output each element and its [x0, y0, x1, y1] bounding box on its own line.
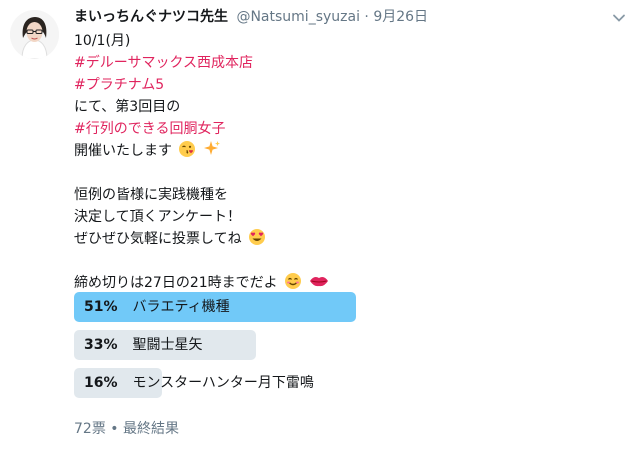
text-line: 開催いたします: [74, 140, 514, 162]
header-separator: ·: [364, 9, 369, 25]
author-name[interactable]: まいっちんぐナツコ先生: [74, 9, 228, 25]
hashtag-link[interactable]: #行列のできる回胴女子: [74, 118, 514, 140]
text-segment: 締め切りは27日の21時までだよ: [74, 275, 278, 291]
avatar[interactable]: [10, 10, 59, 59]
poll-choice[interactable]: 51% バラエティ機種: [74, 292, 356, 322]
text-line: ぜひぜひ気軽に投票してね: [74, 228, 514, 250]
text-line: 10/1(月): [74, 33, 131, 49]
tweet-header: まいっちんぐナツコ先生 @Natsumi_syuzai · 9月26日: [74, 6, 600, 28]
text-segment: 開催いたします: [74, 143, 172, 159]
kiss-face-emoji: [178, 140, 196, 165]
hashtag-link[interactable]: #デルーサマックス西成本店: [74, 52, 514, 74]
poll-choice-label: モンスターハンター月下雷鳴: [132, 375, 314, 391]
sparkles-emoji: [203, 140, 221, 165]
avatar-image: [10, 10, 59, 59]
poll-choice[interactable]: 33% 聖闘士星矢: [74, 330, 356, 360]
poll-percent: 16%: [84, 375, 118, 391]
text-line: 恒例の皆様に実践機種を: [74, 187, 228, 203]
text-line: 締め切りは27日の21時までだよ: [74, 272, 514, 294]
tweet-text: 10/1(月) #デルーサマックス西成本店 #プラチナム5 にて、第3回目の #…: [74, 30, 514, 294]
poll-choice-label: バラエティ機種: [132, 299, 230, 315]
poll-percent: 51%: [84, 299, 118, 315]
hashtag-link[interactable]: #プラチナム5: [74, 74, 514, 96]
author-handle[interactable]: @Natsumi_syuzai: [236, 9, 360, 25]
text-segment: ぜひぜひ気軽に投票してね: [74, 231, 242, 247]
poll-summary: 72票 • 最終結果: [74, 421, 179, 437]
heart-eyes-emoji: [248, 228, 266, 253]
text-line: 決定して頂くアンケート！: [74, 209, 242, 225]
tweet-date[interactable]: 9月26日: [373, 9, 428, 25]
poll-choice[interactable]: 16% モンスターハンター月下雷鳴: [74, 368, 356, 398]
chevron-down-icon[interactable]: [612, 10, 626, 24]
text-line: にて、第3回目の: [74, 99, 181, 115]
poll-choice-label: 聖闘士星矢: [132, 337, 203, 353]
poll: 51% バラエティ機種 33% 聖闘士星矢 16% モンスターハンター月下雷鳴: [74, 292, 356, 406]
poll-percent: 33%: [84, 337, 118, 353]
